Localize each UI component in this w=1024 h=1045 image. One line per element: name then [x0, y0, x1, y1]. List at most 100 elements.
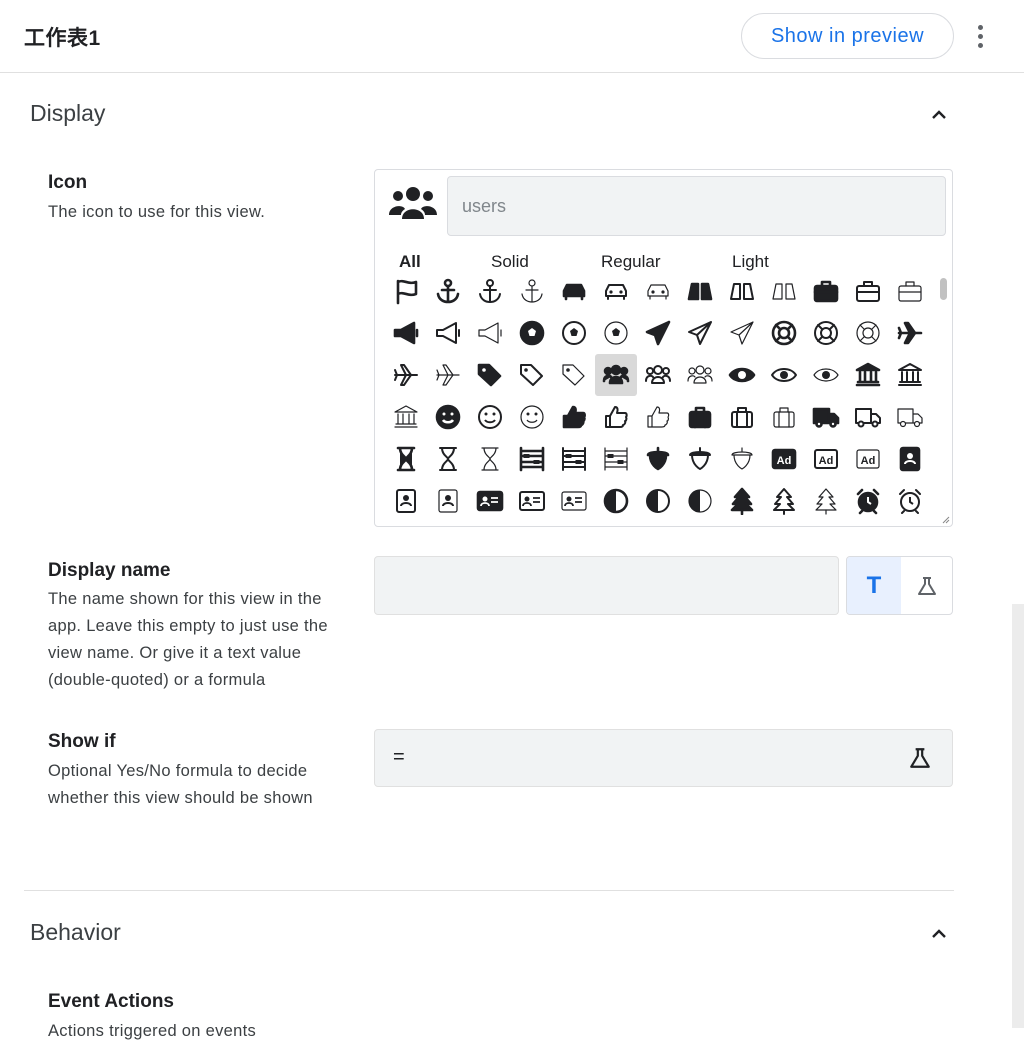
hourglass-icon[interactable] — [385, 438, 427, 480]
anchor-icon[interactable] — [469, 270, 511, 312]
show-if-label: Show if — [48, 731, 116, 752]
car-icon[interactable] — [553, 270, 595, 312]
acorn-icon[interactable] — [637, 438, 679, 480]
suitcase-icon[interactable] — [763, 396, 805, 438]
life-ring-icon[interactable] — [847, 312, 889, 354]
paper-plane-icon[interactable] — [721, 312, 763, 354]
anchor-icon[interactable] — [427, 270, 469, 312]
life-ring-icon[interactable] — [763, 312, 805, 354]
truck-icon[interactable] — [847, 396, 889, 438]
display-name-input[interactable] — [374, 556, 839, 615]
text-mode-button[interactable]: T — [847, 557, 901, 614]
futbol-icon[interactable] — [553, 312, 595, 354]
flag-icon[interactable] — [385, 270, 427, 312]
plane-icon[interactable] — [427, 354, 469, 396]
address-card-icon[interactable] — [553, 480, 595, 522]
abacus-icon[interactable] — [511, 438, 553, 480]
bullhorn-icon[interactable] — [385, 312, 427, 354]
icon-search-input[interactable] — [447, 176, 946, 236]
alarm-clock-icon[interactable] — [847, 480, 889, 522]
briefcase-icon[interactable] — [889, 270, 931, 312]
display-name-description: The name shown for this view in the app.… — [48, 590, 328, 689]
binoculars-icon[interactable] — [721, 270, 763, 312]
eye-icon[interactable] — [805, 354, 847, 396]
eye-icon[interactable] — [763, 354, 805, 396]
icon-grid-scrollbar[interactable] — [938, 276, 948, 520]
truck-icon[interactable] — [805, 396, 847, 438]
abacus-icon[interactable] — [595, 438, 637, 480]
show-in-preview-button[interactable]: Show in preview — [741, 13, 954, 59]
more-options-icon[interactable] — [970, 22, 990, 50]
anchor-icon[interactable] — [511, 270, 553, 312]
flask-icon — [918, 576, 936, 595]
life-ring-icon[interactable] — [805, 312, 847, 354]
suitcase-icon[interactable] — [679, 396, 721, 438]
binoculars-icon[interactable] — [763, 270, 805, 312]
alarm-clock-icon[interactable] — [889, 480, 931, 522]
acorn-icon[interactable] — [679, 438, 721, 480]
users-icon[interactable] — [637, 354, 679, 396]
address-card-icon[interactable] — [511, 480, 553, 522]
page-scrollbar[interactable] — [1012, 604, 1024, 1028]
tags-icon[interactable] — [511, 354, 553, 396]
car-icon[interactable] — [637, 270, 679, 312]
address-book-icon[interactable] — [889, 438, 931, 480]
eye-icon[interactable] — [721, 354, 763, 396]
ad-icon[interactable]: Ad — [805, 438, 847, 480]
acorn-icon[interactable] — [721, 438, 763, 480]
briefcase-icon[interactable] — [805, 270, 847, 312]
tree-icon[interactable] — [763, 480, 805, 522]
address-card-icon[interactable] — [469, 480, 511, 522]
ad-icon[interactable]: Ad — [847, 438, 889, 480]
thumbs-up-icon[interactable] — [595, 396, 637, 438]
address-book-icon[interactable] — [427, 480, 469, 522]
hourglass-icon[interactable] — [469, 438, 511, 480]
car-icon[interactable] — [595, 270, 637, 312]
tab-all[interactable]: All — [399, 252, 421, 272]
truck-icon[interactable] — [889, 396, 931, 438]
bullhorn-icon[interactable] — [469, 312, 511, 354]
formula-mode-button[interactable] — [901, 557, 952, 614]
plane-icon[interactable] — [889, 312, 931, 354]
futbol-icon[interactable] — [595, 312, 637, 354]
university-icon[interactable] — [889, 354, 931, 396]
futbol-icon[interactable] — [511, 312, 553, 354]
hourglass-icon[interactable] — [427, 438, 469, 480]
resize-handle-icon[interactable] — [942, 516, 950, 524]
show-if-formula-flask-icon[interactable] — [908, 746, 932, 770]
university-icon[interactable] — [847, 354, 889, 396]
smile-icon[interactable] — [469, 396, 511, 438]
adjust-icon[interactable] — [595, 480, 637, 522]
briefcase-icon[interactable] — [847, 270, 889, 312]
tab-regular[interactable]: Regular — [601, 252, 661, 272]
ad-icon[interactable]: Ad — [763, 438, 805, 480]
collapse-display-chevron-icon[interactable] — [930, 106, 948, 124]
smile-icon[interactable] — [511, 396, 553, 438]
address-book-icon[interactable] — [385, 480, 427, 522]
show-if-input[interactable]: = — [374, 729, 953, 787]
abacus-icon[interactable] — [553, 438, 595, 480]
collapse-behavior-chevron-icon[interactable] — [930, 925, 948, 943]
paper-plane-icon[interactable] — [637, 312, 679, 354]
suitcase-icon[interactable] — [721, 396, 763, 438]
tree-icon[interactable] — [721, 480, 763, 522]
university-icon[interactable] — [385, 396, 427, 438]
plane-icon[interactable] — [385, 354, 427, 396]
users-icon[interactable] — [595, 354, 637, 396]
thumbs-up-icon[interactable] — [637, 396, 679, 438]
svg-text:Ad: Ad — [819, 455, 834, 467]
tags-icon[interactable] — [553, 354, 595, 396]
adjust-icon[interactable] — [679, 480, 721, 522]
users-icon[interactable] — [679, 354, 721, 396]
tab-solid[interactable]: Solid — [491, 252, 529, 272]
tab-light[interactable]: Light — [732, 252, 769, 272]
svg-text:Ad: Ad — [777, 455, 792, 467]
binoculars-icon[interactable] — [679, 270, 721, 312]
smile-icon[interactable] — [427, 396, 469, 438]
tags-icon[interactable] — [469, 354, 511, 396]
bullhorn-icon[interactable] — [427, 312, 469, 354]
tree-icon[interactable] — [805, 480, 847, 522]
thumbs-up-icon[interactable] — [553, 396, 595, 438]
paper-plane-icon[interactable] — [679, 312, 721, 354]
adjust-icon[interactable] — [637, 480, 679, 522]
